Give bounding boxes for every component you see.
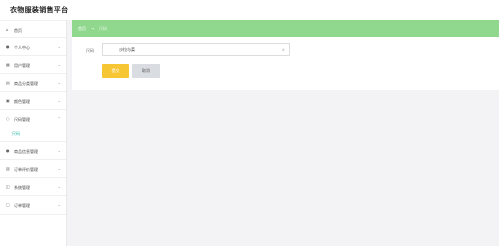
chevron-down-icon: ⌄ <box>57 202 61 207</box>
sidebar-item-label: 商品分类管理 <box>14 81 38 86</box>
sidebar-item-label: 订单管理 <box>14 203 30 208</box>
sidebar-subitem-label: 尺码 <box>12 131 20 136</box>
breadcrumb-home[interactable]: 首页 <box>78 26 86 32</box>
breadcrumb-current: 尺码 <box>99 26 107 31</box>
home-icon: ⌂ <box>6 27 9 32</box>
chart-icon: ▥ <box>6 166 10 171</box>
sidebar-item-label: 订单评价管理 <box>14 167 38 172</box>
size-input-value: 沙拉与菜 <box>119 47 135 52</box>
size-input[interactable]: 沙拉与菜 ⊗ <box>102 43 290 56</box>
chevron-down-icon: ⌄ <box>57 44 61 49</box>
sidebar-item-label: 首页 <box>14 28 22 33</box>
sidebar-item-label: 尺码管理 <box>14 117 30 122</box>
palette-icon: ▣ <box>6 98 10 103</box>
sidebar-item-reviews[interactable]: ▥ 订单评价管理 ⌄ <box>0 159 66 178</box>
sidebar-item-label: 用户管理 <box>14 63 30 68</box>
breadcrumb-separator: → <box>91 26 95 31</box>
chevron-up-icon: ⌃ <box>57 116 61 121</box>
sidebar-item-label: 商品信息管理 <box>14 149 38 154</box>
submit-button[interactable]: 提交 <box>102 64 129 78</box>
sidebar-item-label: 个人中心 <box>14 45 30 50</box>
sidebar-item-label: 颜色管理 <box>14 99 30 104</box>
order-icon: ▢ <box>6 202 10 207</box>
sidebar-subitem-sizes[interactable]: 尺码 <box>0 126 66 140</box>
settings-icon: ◫ <box>6 184 10 189</box>
top-header: 衣物服装销售平台 <box>0 0 499 20</box>
circle-icon: ○ <box>6 116 10 121</box>
sidebar-item-colors[interactable]: ▣ 颜色管理 ⌄ <box>0 91 66 110</box>
sidebar-item-system[interactable]: ◫ 系统管理 ⌄ <box>0 177 66 196</box>
sidebar-item-categories[interactable]: ▤ 商品分类管理 ⌄ <box>0 73 66 92</box>
chevron-down-icon: ⌄ <box>57 184 61 189</box>
clear-icon[interactable]: ⊗ <box>282 47 285 52</box>
sidebar: ⌂ 首页 ● 个人中心 ⌄ ▦ 用户管理 ⌄ ▤ 商品分类管理 ⌄ ▣ 颜色管理… <box>0 20 67 246</box>
sidebar-item-profile[interactable]: ● 个人中心 ⌄ <box>0 37 66 56</box>
chevron-down-icon: ⌄ <box>57 80 61 85</box>
sidebar-item-products[interactable]: ● 商品信息管理 ⌄ <box>0 141 66 160</box>
chevron-down-icon: ⌄ <box>57 148 61 153</box>
size-label: 尺码 <box>86 48 94 53</box>
person-icon: ● <box>6 148 10 153</box>
user-icon: ● <box>6 44 10 49</box>
sidebar-item-users[interactable]: ▦ 用户管理 ⌄ <box>0 55 66 74</box>
list-icon: ▤ <box>6 80 10 85</box>
cancel-button[interactable]: 取消 <box>132 64 160 78</box>
grid-icon: ▦ <box>6 62 10 67</box>
sidebar-item-orders[interactable]: ▢ 订单管理 ⌄ <box>0 195 66 215</box>
sidebar-item-label: 系统管理 <box>14 185 30 190</box>
breadcrumb: 首页 → 尺码 <box>72 20 499 37</box>
chevron-down-icon: ⌄ <box>57 98 61 103</box>
app-title: 衣物服装销售平台 <box>10 6 69 14</box>
chevron-down-icon: ⌄ <box>57 62 61 67</box>
chevron-down-icon: ⌄ <box>57 166 61 171</box>
